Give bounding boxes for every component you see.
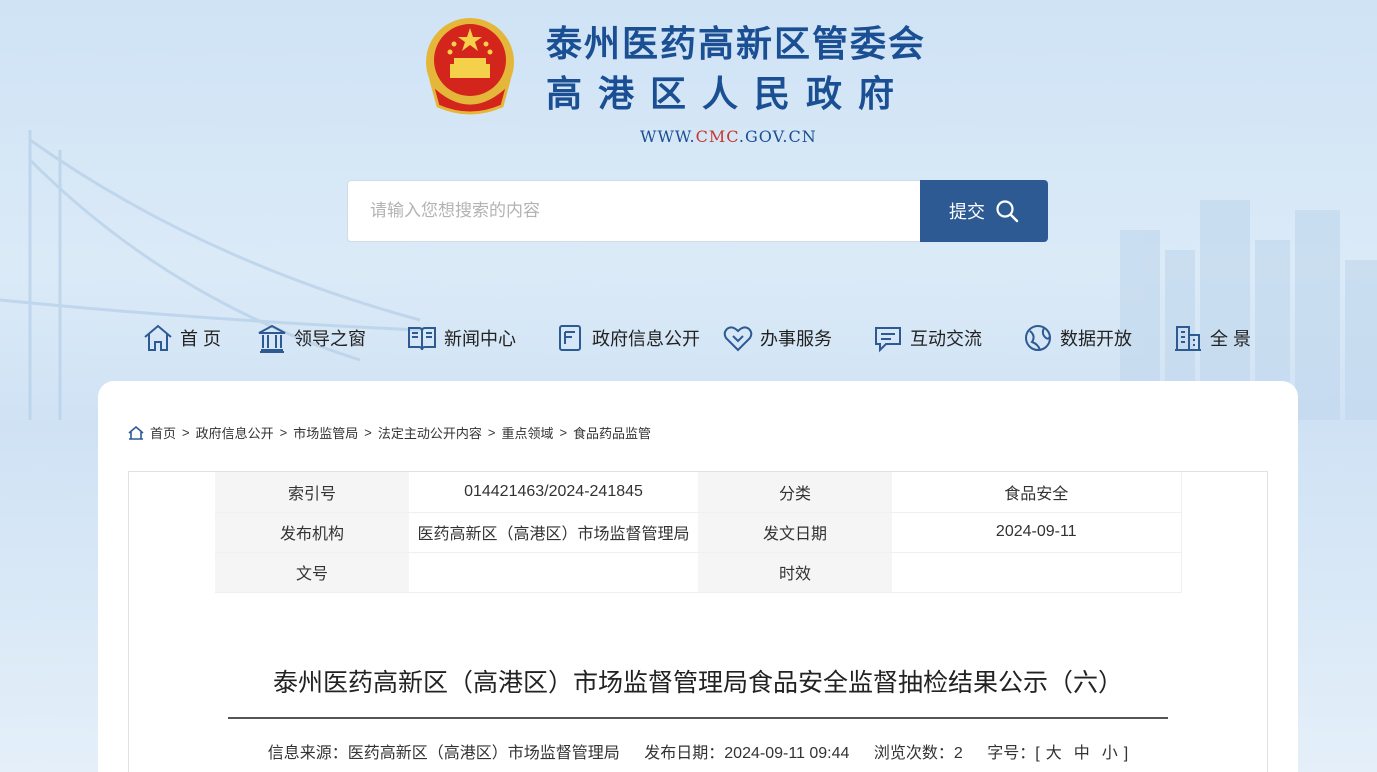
- nav-label-interaction: 互动交流: [910, 329, 982, 349]
- nav-item-open-data[interactable]: 数据开放: [1022, 322, 1132, 354]
- publisher-value: 医药高新区（高港区）市场监督管理局: [409, 512, 698, 553]
- meta-row: 索引号 014421463/2024-241845 分类 食品安全: [215, 472, 1182, 513]
- main-nav: 首 页 领导之窗 新闻中心 政府信息公开 办事服务 互动交流 数据开放 全 景: [140, 322, 1260, 362]
- nav-item-interaction[interactable]: 互动交流: [872, 322, 982, 354]
- building-icon: [258, 324, 286, 353]
- breadcrumb-market-bureau[interactable]: 市场监管局: [293, 423, 358, 442]
- site-title-line2: 高港区人民政府: [546, 74, 911, 115]
- validity-label: 时效: [698, 552, 892, 593]
- category-value: 食品安全: [892, 472, 1182, 513]
- document-icon: [559, 325, 581, 351]
- nav-item-leaders[interactable]: 领导之窗: [256, 322, 366, 354]
- publisher-label: 发布机构: [215, 512, 409, 553]
- nav-item-news[interactable]: 新闻中心: [406, 322, 516, 354]
- index-value: 014421463/2024-241845: [409, 472, 698, 513]
- url-highlight: CMC: [695, 127, 739, 146]
- content-panel: 首页 > 政府信息公开 > 市场监管局 > 法定主动公开内容 > 重点领域 > …: [98, 381, 1298, 772]
- breadcrumb-separator: >: [364, 425, 372, 440]
- nav-item-services[interactable]: 办事服务: [722, 322, 832, 354]
- search-bar: 提交: [347, 180, 1048, 242]
- validity-value: [892, 552, 1182, 593]
- breadcrumb: 首页 > 政府信息公开 > 市场监管局 > 法定主动公开内容 > 重点领域 > …: [128, 423, 651, 442]
- city-icon: [1175, 326, 1201, 351]
- site-header: 泰州医药高新区管委会 高港区人民政府 WWW.CMC.GOV.CN: [0, 0, 1377, 160]
- search-submit-label: 提交: [949, 202, 985, 222]
- article-title: 泰州医药高新区（高港区）市场监督管理局食品安全监督抽检结果公示（六）: [272, 669, 1123, 697]
- font-size-medium-button[interactable]: 中: [1074, 745, 1090, 762]
- font-size-close: ]: [1123, 745, 1129, 762]
- font-size-label: 字号：[: [987, 745, 1040, 762]
- index-label: 索引号: [215, 472, 409, 513]
- nav-label-services: 办事服务: [760, 329, 832, 349]
- meta-row: 文号 时效: [215, 552, 1182, 593]
- breadcrumb-food-drug[interactable]: 食品药品监管: [573, 423, 651, 442]
- search-input[interactable]: [347, 180, 920, 242]
- book-icon: [408, 327, 436, 351]
- breadcrumb-separator: >: [487, 425, 496, 440]
- category-label: 分类: [698, 472, 892, 513]
- nav-item-panorama[interactable]: 全 景: [1172, 322, 1251, 354]
- font-size-small-button[interactable]: 小: [1102, 745, 1118, 762]
- article-source: 信息来源：医药高新区（高港区）市场监督管理局: [267, 745, 620, 762]
- article-info-bar: 信息来源：医药高新区（高港区）市场监督管理局 发布日期：2024-09-11 0…: [98, 739, 1298, 763]
- article-meta-table: 索引号 014421463/2024-241845 分类 食品安全 发布机构 医…: [215, 472, 1182, 593]
- breadcrumb-separator: >: [279, 425, 288, 440]
- nav-label-gov-info: 政府信息公开: [592, 329, 700, 349]
- globe-icon: [1025, 325, 1051, 351]
- docno-label: 文号: [215, 552, 409, 593]
- breadcrumb-home[interactable]: 首页: [150, 423, 176, 442]
- docno-value: [409, 552, 698, 593]
- font-size-large-button[interactable]: 大: [1046, 745, 1062, 762]
- nav-item-home[interactable]: 首 页: [142, 322, 221, 354]
- date-value: 2024-09-11: [892, 512, 1182, 553]
- url-suffix: .GOV.CN: [738, 127, 817, 146]
- breadcrumb-separator: >: [559, 425, 568, 440]
- site-title-line1: 泰州医药高新区管委会: [546, 24, 927, 65]
- chat-icon: [875, 327, 901, 353]
- site-title: 泰州医药高新区管委会 高港区人民政府: [546, 20, 926, 120]
- national-emblem-icon: [426, 18, 514, 115]
- article-view-count: 浏览次数：2: [873, 745, 963, 762]
- breadcrumb-separator: >: [182, 425, 190, 440]
- nav-item-gov-info[interactable]: 政府信息公开: [554, 322, 700, 354]
- search-submit-button[interactable]: 提交: [920, 180, 1048, 242]
- breadcrumb-key-areas[interactable]: 重点领域: [501, 423, 553, 442]
- url-prefix: WWW.: [640, 127, 696, 146]
- breadcrumb-gov-info[interactable]: 政府信息公开: [196, 423, 274, 442]
- article-meta-box: 索引号 014421463/2024-241845 分类 食品安全 发布机构 医…: [128, 471, 1268, 772]
- home-icon: [128, 425, 144, 440]
- nav-label-open-data: 数据开放: [1060, 329, 1132, 349]
- site-url: WWW.CMC.GOV.CN: [640, 127, 817, 146]
- title-divider: [228, 717, 1168, 719]
- handshake-icon: [723, 326, 753, 352]
- home-icon: [144, 324, 172, 351]
- meta-row: 发布机构 医药高新区（高港区）市场监督管理局 发文日期 2024-09-11: [215, 512, 1182, 553]
- date-label: 发文日期: [698, 512, 892, 553]
- nav-label-panorama: 全 景: [1210, 329, 1252, 349]
- nav-label-leaders: 领导之窗: [294, 329, 366, 349]
- nav-label-home: 首 页: [180, 329, 222, 349]
- article-published-date: 发布日期：2024-09-11 09:44: [644, 745, 850, 762]
- nav-label-news: 新闻中心: [444, 329, 516, 349]
- breadcrumb-statutory[interactable]: 法定主动公开内容: [378, 423, 482, 442]
- search-icon: [996, 200, 1019, 223]
